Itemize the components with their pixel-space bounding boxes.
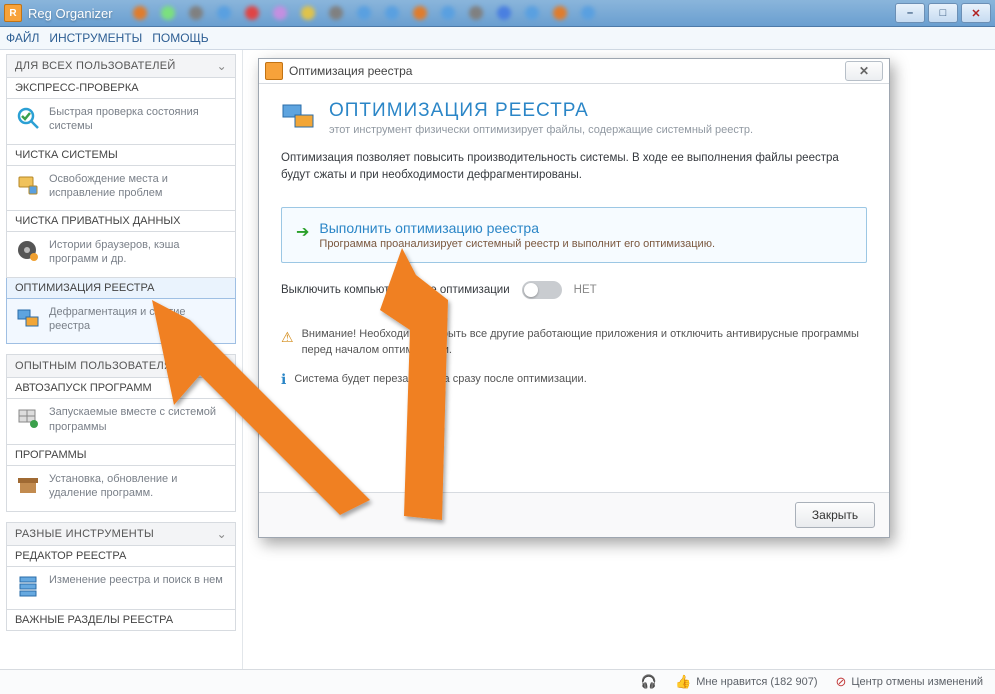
- sidebar-item-desc: Установка, обновление и удаление програм…: [49, 472, 227, 501]
- close-button[interactable]: ✕: [961, 3, 991, 23]
- chevron-down-icon: ⌄: [217, 359, 227, 373]
- sidebar-item-desc: Истории браузеров, кэша программ и др.: [49, 238, 227, 267]
- menubar: ФАЙЛ ИНСТРУМЕНТЫ ПОМОЩЬ: [0, 27, 995, 50]
- run-optimization-button[interactable]: ➔ Выполнить оптимизацию реестра Программ…: [281, 207, 867, 263]
- sidebar-item-registry-optimize[interactable]: ОПТИМИЗАЦИЯ РЕЕСТРА: [6, 278, 236, 299]
- sidebar-item-private-clean[interactable]: ЧИСТКА ПРИВАТНЫХ ДАННЫХ: [6, 211, 236, 232]
- box-icon: [15, 472, 41, 498]
- undo-label: Центр отмены изменений: [851, 676, 983, 688]
- section-title: ОПТИМИЗАЦИЯ РЕЕСТРА: [329, 100, 753, 122]
- database-icon: [15, 573, 41, 599]
- sidebar-item-desc: Дефрагментация и сжатие реестра: [49, 305, 227, 334]
- shutdown-after-toggle[interactable]: [522, 281, 562, 299]
- disc-icon: [15, 238, 41, 264]
- sidebar-group-label: ОПЫТНЫМ ПОЛЬЗОВАТЕЛЯМ: [15, 360, 182, 372]
- magnifier-check-icon: [15, 105, 41, 131]
- sidebar-item-private-clean-body[interactable]: Истории браузеров, кэша программ и др.: [6, 232, 236, 278]
- sidebar-item-express-check[interactable]: ЭКСПРЕСС-ПРОВЕРКА: [6, 78, 236, 99]
- taskbar-blur: [133, 5, 875, 21]
- undo-icon: ⊘: [835, 674, 846, 690]
- sidebar-item-desc: Быстрая проверка состояния системы: [49, 105, 227, 134]
- undo-center-button[interactable]: ⊘ Центр отмены изменений: [835, 674, 983, 690]
- menu-help[interactable]: ПОМОЩЬ: [152, 31, 208, 45]
- warning-icon: ⚠: [281, 328, 294, 348]
- sidebar-item-system-clean-body[interactable]: Освобождение места и исправление проблем: [6, 166, 236, 212]
- sidebar-item-autorun-body[interactable]: Запускаемые вместе с системой программы: [6, 399, 236, 445]
- sidebar-group-label: РАЗНЫЕ ИНСТРУМЕНТЫ: [15, 528, 154, 540]
- headphones-icon: 🎧: [641, 674, 657, 690]
- window-buttons: – □ ✕: [895, 3, 991, 23]
- sidebar: ДЛЯ ВСЕХ ПОЛЬЗОВАТЕЛЕЙ ⌄ ЭКСПРЕСС-ПРОВЕР…: [0, 50, 243, 672]
- arrow-right-icon: ➔: [296, 222, 309, 242]
- window-title: Reg Organizer: [28, 6, 113, 21]
- sidebar-item-system-clean[interactable]: ЧИСТКА СИСТЕМЫ: [6, 145, 236, 166]
- info-text: Система будет перезагружена сразу после …: [294, 373, 586, 385]
- flag-icon: [15, 405, 41, 431]
- like-button[interactable]: 👍 Мне нравится (182 907): [675, 674, 817, 690]
- sidebar-item-desc: Запускаемые вместе с системой программы: [49, 405, 227, 434]
- sidebar-item-important-keys[interactable]: ВАЖНЫЕ РАЗДЕЛЫ РЕЕСТРА: [6, 610, 236, 631]
- warning-text: Внимание! Необходимо закрыть все другие …: [302, 327, 867, 358]
- sidebar-group-advanced[interactable]: ОПЫТНЫМ ПОЛЬЗОВАТЕЛЯМ ⌄: [6, 354, 236, 378]
- menu-file[interactable]: ФАЙЛ: [6, 31, 39, 45]
- sidebar-item-programs[interactable]: ПРОГРАММЫ: [6, 445, 236, 466]
- maximize-button[interactable]: □: [928, 3, 958, 23]
- section-subtitle: этот инструмент физически оптимизирует ф…: [329, 124, 753, 136]
- statusbar: 🎧 👍 Мне нравится (182 907) ⊘ Центр отмен…: [0, 669, 995, 694]
- headphones-button[interactable]: 🎧: [641, 674, 657, 690]
- window-titlebar: R Reg Organizer – □ ✕: [0, 0, 995, 27]
- dialog-close-button[interactable]: ✕: [845, 61, 883, 81]
- sidebar-group-label: ДЛЯ ВСЕХ ПОЛЬЗОВАТЕЛЕЙ: [15, 60, 176, 72]
- registry-icon: [15, 305, 41, 331]
- app-icon: R: [4, 4, 22, 22]
- sidebar-item-registry-editor-body[interactable]: Изменение реестра и поиск в нем: [6, 567, 236, 610]
- sidebar-item-programs-body[interactable]: Установка, обновление и удаление програм…: [6, 466, 236, 512]
- like-label: Мне нравится (182 907): [696, 676, 817, 688]
- close-dialog-button[interactable]: Закрыть: [795, 502, 875, 528]
- registry-optimize-icon: [281, 100, 315, 134]
- sidebar-item-registry-editor[interactable]: РЕДАКТОР РЕЕСТРА: [6, 546, 236, 567]
- minimize-button[interactable]: –: [895, 3, 925, 23]
- optimize-dialog: Оптимизация реестра ✕ ОПТИМИЗАЦИЯ РЕЕСТР…: [258, 58, 890, 538]
- dialog-app-icon: [265, 62, 283, 80]
- menu-tools[interactable]: ИНСТРУМЕНТЫ: [49, 31, 142, 45]
- shutdown-after-label: Выключить компьютер после оптимизации: [281, 284, 510, 296]
- chevron-down-icon: ⌄: [217, 59, 227, 73]
- sidebar-item-desc: Изменение реестра и поиск в нем: [49, 573, 223, 587]
- toggle-state-label: НЕТ: [574, 284, 597, 296]
- broom-icon: [15, 172, 41, 198]
- dialog-titlebar: Оптимизация реестра ✕: [259, 59, 889, 84]
- sidebar-group-all-users[interactable]: ДЛЯ ВСЕХ ПОЛЬЗОВАТЕЛЕЙ ⌄: [6, 54, 236, 78]
- description-text: Оптимизация позволяет повысить производи…: [281, 150, 867, 183]
- chevron-down-icon: ⌄: [217, 527, 227, 541]
- sidebar-group-misc[interactable]: РАЗНЫЕ ИНСТРУМЕНТЫ ⌄: [6, 522, 236, 546]
- info-icon: ℹ: [281, 371, 286, 388]
- sidebar-item-express-check-body[interactable]: Быстрая проверка состояния системы: [6, 99, 236, 145]
- thumbs-up-icon: 👍: [675, 674, 691, 690]
- dialog-title: Оптимизация реестра: [289, 64, 412, 78]
- action-subtitle: Программа проанализирует системный реест…: [319, 238, 715, 250]
- sidebar-item-desc: Освобождение места и исправление проблем: [49, 172, 227, 201]
- sidebar-item-registry-optimize-body[interactable]: Дефрагментация и сжатие реестра: [6, 299, 236, 345]
- sidebar-item-autorun[interactable]: АВТОЗАПУСК ПРОГРАММ: [6, 378, 236, 399]
- action-title: Выполнить оптимизацию реестра: [319, 220, 715, 236]
